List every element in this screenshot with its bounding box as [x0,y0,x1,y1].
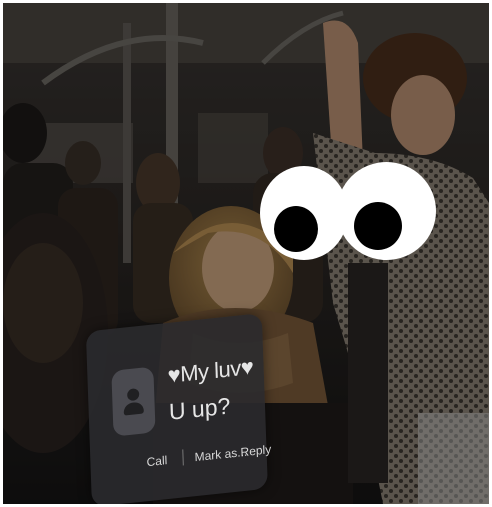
sender-name: ♥My luv♥ [167,354,254,388]
reply-button[interactable]: Reply [240,442,271,459]
notification-actions: Call Mark as... Reply [90,437,271,485]
message-preview: U up? [168,392,231,425]
call-button[interactable]: Call [146,453,167,469]
message-notification-card[interactable]: ♥My luv♥ U up? Call Mark as... Reply [85,313,271,504]
googly-eyes-icon [260,162,436,262]
left-pupil [274,206,318,252]
action-divider [182,449,184,466]
left-eye [260,166,348,260]
right-pupil [354,202,402,250]
right-eye [337,162,436,260]
person-icon [111,366,156,437]
bus-photo: ♥My luv♥ U up? Call Mark as... Reply [3,3,489,504]
